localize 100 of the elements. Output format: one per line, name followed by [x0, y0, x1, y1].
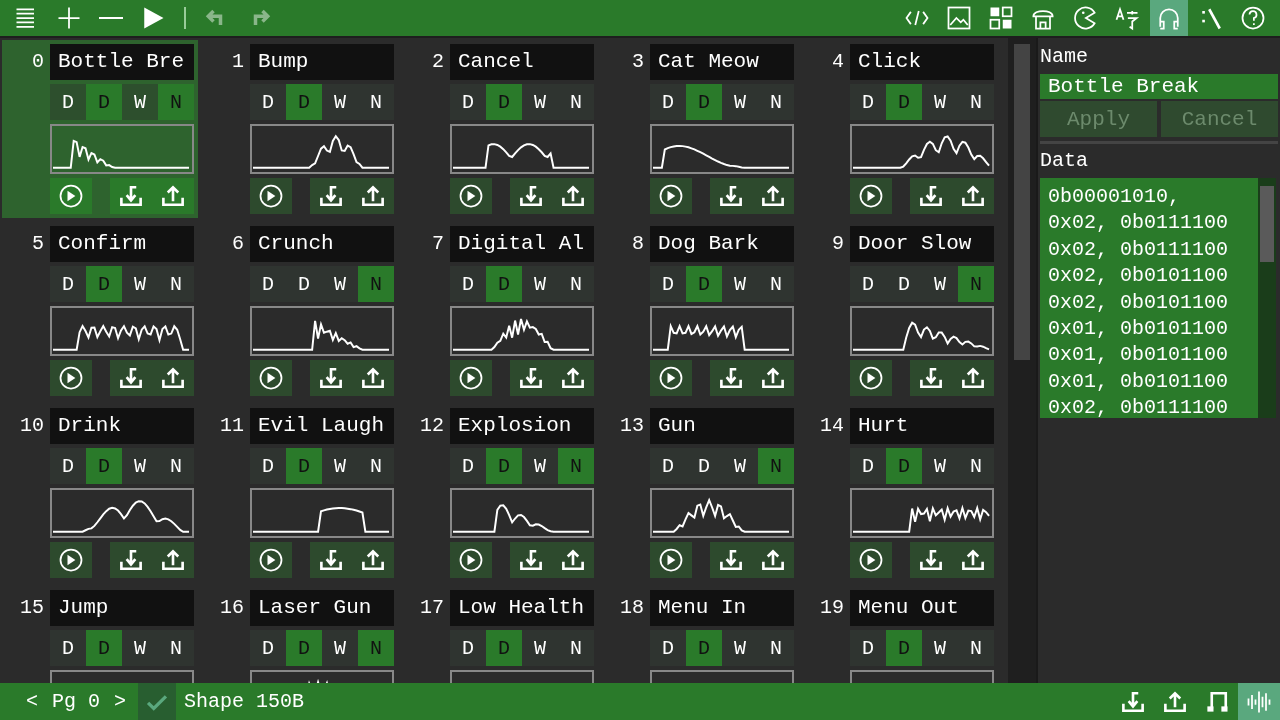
scrollbar-thumb[interactable]	[1260, 186, 1274, 262]
toggle-button[interactable]: N	[158, 630, 194, 666]
toggle-button[interactable]: D	[50, 448, 86, 484]
toggle-button[interactable]: D	[850, 630, 886, 666]
toggle-button[interactable]: D	[886, 84, 922, 120]
toggle-button[interactable]: N	[558, 84, 594, 120]
toggle-button[interactable]: W	[322, 266, 358, 302]
toggle-button[interactable]: D	[250, 630, 286, 666]
import-button[interactable]	[710, 542, 752, 578]
play-button[interactable]	[450, 360, 492, 396]
sound-card[interactable]: 9 Door Slow D D W N	[802, 222, 998, 400]
sound-card[interactable]: 11 Evil Laugh D D W N	[202, 404, 398, 582]
toggle-button[interactable]: W	[922, 630, 958, 666]
toggle-button[interactable]: W	[722, 266, 758, 302]
play-button[interactable]	[850, 542, 892, 578]
sound-card[interactable]: 13 Gun D D W N	[602, 404, 798, 582]
toggle-button[interactable]: D	[850, 84, 886, 120]
play-button[interactable]	[650, 360, 692, 396]
toggle-button[interactable]: D	[50, 84, 86, 120]
toggle-button[interactable]: D	[86, 630, 122, 666]
toggle-button[interactable]: N	[558, 448, 594, 484]
check-button[interactable]	[138, 683, 177, 720]
toggle-button[interactable]: N	[558, 630, 594, 666]
toggle-button[interactable]: D	[286, 84, 322, 120]
toggle-button[interactable]: D	[686, 448, 722, 484]
toggle-button[interactable]: D	[486, 266, 522, 302]
toggle-button[interactable]: D	[250, 448, 286, 484]
toggle-button[interactable]: N	[758, 630, 794, 666]
sound-card[interactable]: 6 Crunch D D W N	[202, 222, 398, 400]
sound-card[interactable]: 2 Cancel D D W N	[402, 40, 598, 218]
previous-page-button[interactable]: <	[18, 683, 46, 720]
import-button[interactable]	[910, 178, 952, 214]
toggle-button[interactable]: W	[522, 266, 558, 302]
export-button[interactable]	[352, 360, 394, 396]
toggle-button[interactable]: N	[958, 84, 994, 120]
name-field[interactable]: Bottle Break	[1040, 74, 1278, 99]
toggle-button[interactable]: N	[158, 84, 194, 120]
toggle-button[interactable]: N	[558, 266, 594, 302]
toggle-button[interactable]: D	[86, 448, 122, 484]
import-button[interactable]	[110, 360, 152, 396]
toggle-button[interactable]: N	[358, 84, 394, 120]
toggle-button[interactable]: D	[650, 266, 686, 302]
toggle-button[interactable]: D	[886, 630, 922, 666]
toggle-button[interactable]: W	[122, 630, 158, 666]
toggle-button[interactable]: N	[958, 266, 994, 302]
import-button[interactable]	[510, 542, 552, 578]
play-button[interactable]	[850, 178, 892, 214]
play-button[interactable]	[650, 542, 692, 578]
toggle-button[interactable]: N	[358, 448, 394, 484]
sound-card[interactable]: 0 Bottle Bre D D W N	[2, 40, 198, 218]
toggle-button[interactable]: D	[50, 630, 86, 666]
play-button[interactable]	[450, 542, 492, 578]
toggle-button[interactable]: W	[722, 84, 758, 120]
scrollbar-thumb[interactable]	[1014, 44, 1030, 360]
toggle-button[interactable]: D	[650, 630, 686, 666]
toggle-button[interactable]: W	[322, 84, 358, 120]
scrollbar[interactable]	[1008, 38, 1036, 683]
toggle-button[interactable]: W	[322, 630, 358, 666]
toggle-button[interactable]: D	[286, 266, 322, 302]
toggle-button[interactable]: W	[322, 448, 358, 484]
toggle-button[interactable]: D	[650, 448, 686, 484]
toggle-button[interactable]: N	[158, 266, 194, 302]
play-button[interactable]	[50, 360, 92, 396]
toggle-button[interactable]: W	[122, 84, 158, 120]
toggle-button[interactable]: D	[286, 630, 322, 666]
import-button[interactable]	[310, 178, 352, 214]
waveform-button[interactable]	[1238, 683, 1280, 720]
import-button[interactable]	[110, 178, 152, 214]
toggle-button[interactable]: W	[922, 84, 958, 120]
sound-card[interactable]: 5 Confirm D D W N	[2, 222, 198, 400]
toggle-button[interactable]: D	[486, 630, 522, 666]
toggle-button[interactable]: D	[650, 84, 686, 120]
toggle-button[interactable]: N	[358, 266, 394, 302]
import-button[interactable]	[310, 360, 352, 396]
toggle-button[interactable]: D	[250, 84, 286, 120]
import-button[interactable]	[910, 542, 952, 578]
import-button[interactable]	[510, 360, 552, 396]
toggle-button[interactable]: D	[686, 266, 722, 302]
data-field[interactable]: 0b00001010, 0x02, 0b0111100 0x02, 0b0111100 0x02, 0b0101100 0x02, 0b0101100 0x01, 0b0101100 0x01, 0b0101100 0x01, 0b0101100 0x02, 0b0111100	[1040, 178, 1276, 418]
toggle-button[interactable]: W	[922, 448, 958, 484]
headphones-tab[interactable]	[1150, 0, 1188, 36]
sound-card[interactable]: 4 Click D D W N	[802, 40, 998, 218]
sound-card[interactable]: 1 Bump D D W N	[202, 40, 398, 218]
sound-card[interactable]: 12 Explosion D D W N	[402, 404, 598, 582]
export-button[interactable]	[752, 542, 794, 578]
import-button[interactable]	[710, 360, 752, 396]
toggle-button[interactable]: W	[522, 630, 558, 666]
toggle-button[interactable]: D	[86, 84, 122, 120]
toggle-button[interactable]: D	[450, 448, 486, 484]
toggle-button[interactable]: D	[286, 448, 322, 484]
export-button[interactable]	[952, 178, 994, 214]
next-page-button[interactable]: >	[106, 683, 135, 720]
export-button[interactable]	[352, 542, 394, 578]
export-button[interactable]	[552, 542, 594, 578]
toggle-button[interactable]: D	[850, 448, 886, 484]
export-button[interactable]	[152, 542, 194, 578]
toggle-button[interactable]: W	[522, 84, 558, 120]
toggle-button[interactable]: W	[922, 266, 958, 302]
toggle-button[interactable]: W	[522, 448, 558, 484]
play-button[interactable]	[850, 360, 892, 396]
